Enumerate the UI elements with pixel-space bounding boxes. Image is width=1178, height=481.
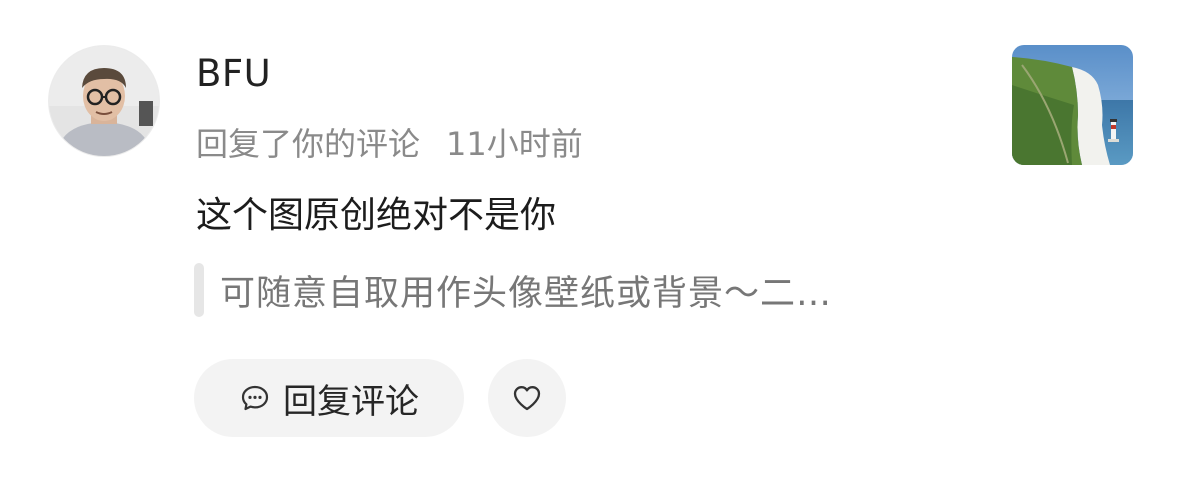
avatar-image: [49, 46, 159, 156]
notification-meta: 回复了你的评论 11小时前: [196, 120, 583, 164]
user-avatar[interactable]: [48, 45, 160, 157]
reply-comment-text[interactable]: 这个图原创绝对不是你: [196, 193, 556, 239]
timestamp: 11小时前: [446, 125, 583, 163]
cliff-lighthouse-thumbnail: [1012, 45, 1133, 165]
heart-icon: [511, 382, 543, 414]
comment-bubble-icon: [239, 382, 271, 414]
username[interactable]: BFU: [196, 50, 271, 98]
like-button[interactable]: [488, 359, 566, 437]
reply-comment-label: 回复评论: [283, 381, 419, 422]
reply-comment-button[interactable]: 回复评论: [194, 359, 464, 437]
quote-bar: [194, 263, 204, 317]
quoted-text: 可随意自取用作头像壁纸或背景～二…: [220, 273, 833, 314]
post-thumbnail[interactable]: [1012, 45, 1133, 165]
action-text: 回复了你的评论: [196, 125, 421, 163]
quoted-comment[interactable]: 可随意自取用作头像壁纸或背景～二…: [194, 263, 832, 317]
